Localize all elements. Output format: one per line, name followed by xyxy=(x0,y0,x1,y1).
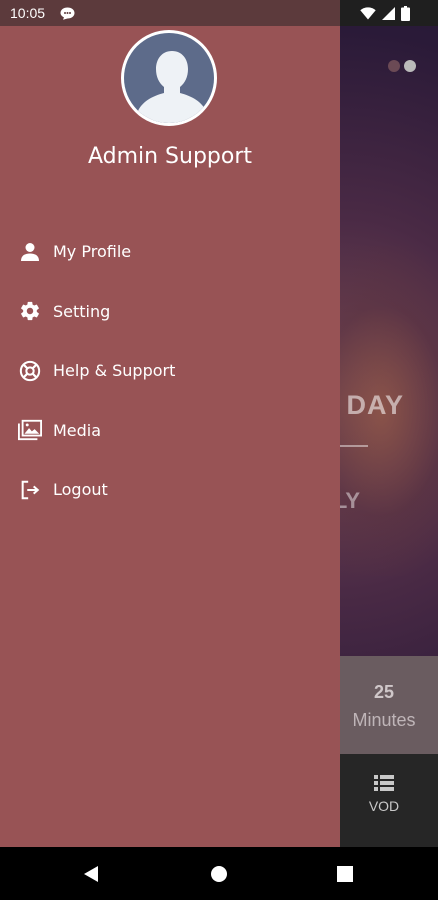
menu-item-my-profile[interactable]: My Profile xyxy=(0,222,340,282)
menu-item-media[interactable]: Media xyxy=(0,401,340,461)
recents-icon[interactable] xyxy=(334,863,356,885)
status-time: 10:05 xyxy=(10,5,46,21)
carousel-dot-active[interactable] xyxy=(404,60,416,72)
nav-label-vod[interactable]: VOD xyxy=(354,798,414,814)
lifebuoy-icon xyxy=(18,359,42,383)
drawer-menu: My Profile Setting Help & Support Media … xyxy=(0,222,340,520)
menu-label: Setting xyxy=(53,301,111,321)
list-icon[interactable] xyxy=(374,775,394,791)
user-silhouette-icon xyxy=(124,33,214,123)
user-name: Admin Support xyxy=(87,144,253,169)
menu-label: Help & Support xyxy=(53,361,176,381)
battery-icon xyxy=(401,6,410,21)
menu-label: My Profile xyxy=(53,242,132,262)
status-bar: 10:05 xyxy=(0,0,438,26)
wifi-icon xyxy=(360,7,376,20)
system-nav-bar xyxy=(0,847,438,900)
menu-item-setting[interactable]: Setting xyxy=(0,282,340,342)
gear-icon xyxy=(18,299,42,323)
status-icons xyxy=(360,6,410,21)
hero-divider xyxy=(340,445,368,447)
back-icon[interactable] xyxy=(80,863,102,885)
menu-label: Logout xyxy=(53,480,108,500)
stat-value: 25 xyxy=(373,682,395,702)
menu-label: Media xyxy=(53,420,102,440)
carousel-indicators xyxy=(388,60,416,72)
navigation-drawer: Admin Support My Profile Setting Help & … xyxy=(0,26,340,847)
avatar[interactable] xyxy=(121,30,217,126)
logout-icon xyxy=(18,478,42,502)
menu-item-help-support[interactable]: Help & Support xyxy=(0,341,340,401)
stat-label: Minutes xyxy=(352,710,416,730)
chat-notification-icon xyxy=(60,7,75,20)
signal-icon xyxy=(382,7,395,20)
person-icon xyxy=(18,240,42,264)
home-icon[interactable] xyxy=(208,863,230,885)
menu-item-logout[interactable]: Logout xyxy=(0,460,340,520)
photo-library-icon xyxy=(18,418,42,442)
carousel-dot[interactable] xyxy=(388,60,400,72)
